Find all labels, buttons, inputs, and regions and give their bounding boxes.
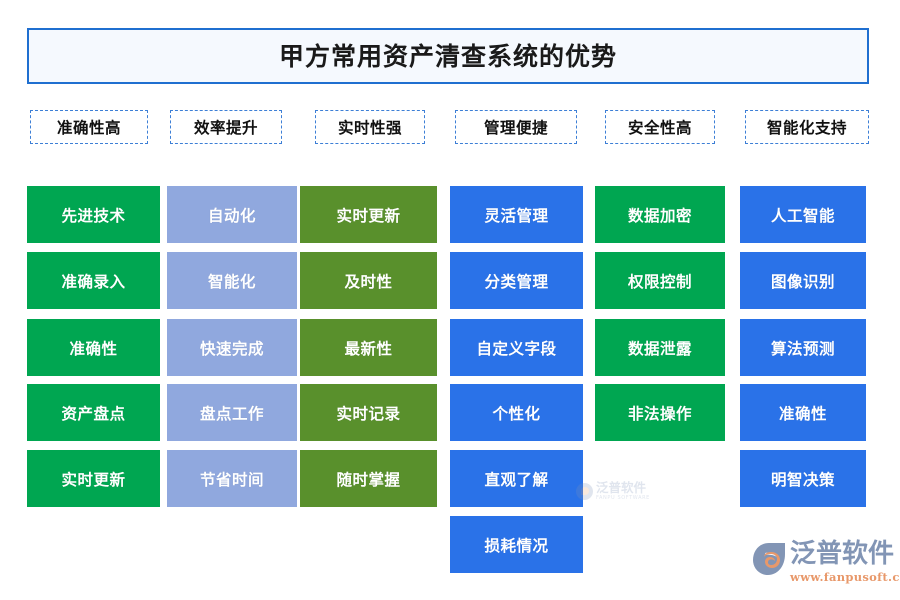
- category-cell[interactable]: 数据泄露: [595, 319, 725, 376]
- category-cell[interactable]: 人工智能: [740, 186, 866, 243]
- category-cell[interactable]: 盘点工作: [167, 384, 297, 441]
- brand-logo-text: 泛普软件 www.fanpusoft.com: [790, 541, 900, 584]
- category-cell[interactable]: 损耗情况: [450, 516, 583, 573]
- category-cell[interactable]: 实时记录: [300, 384, 437, 441]
- category-cell[interactable]: 准确性: [740, 384, 866, 441]
- category-cell[interactable]: 算法预测: [740, 319, 866, 376]
- category-cell[interactable]: 节省时间: [167, 450, 297, 507]
- category-cell[interactable]: 资产盘点: [27, 384, 160, 441]
- brand-logo: 泛普软件 www.fanpusoft.com: [752, 541, 900, 584]
- category-cell[interactable]: 权限控制: [595, 252, 725, 309]
- category-cell[interactable]: 非法操作: [595, 384, 725, 441]
- category-cell[interactable]: 最新性: [300, 319, 437, 376]
- category-cell[interactable]: 准确性: [27, 319, 160, 376]
- category-cell[interactable]: 直观了解: [450, 450, 583, 507]
- category-cell[interactable]: 先进技术: [27, 186, 160, 243]
- category-cell[interactable]: 快速完成: [167, 319, 297, 376]
- category-cell[interactable]: 自动化: [167, 186, 297, 243]
- category-cell[interactable]: 明智决策: [740, 450, 866, 507]
- category-cell[interactable]: 自定义字段: [450, 319, 583, 376]
- category-cell[interactable]: 实时更新: [27, 450, 160, 507]
- fanpu-logo-icon: [752, 542, 786, 576]
- category-cell-grid: 先进技术 准确录入 准确性 资产盘点 实时更新 自动化 智能化 快速完成 盘点工作 节省时间 实时更…: [0, 0, 900, 600]
- diagram-canvas: 甲方常用资产清查系统的优势 准确性高 效率提升 实时性强 管理便捷 安全性高 智能化支持 …: [0, 0, 900, 600]
- category-cell[interactable]: 随时掌握: [300, 450, 437, 507]
- category-cell[interactable]: 及时性: [300, 252, 437, 309]
- category-cell[interactable]: 个性化: [450, 384, 583, 441]
- brand-url: www.fanpusoft.com: [790, 570, 900, 584]
- category-cell[interactable]: 数据加密: [595, 186, 725, 243]
- category-cell[interactable]: 分类管理: [450, 252, 583, 309]
- brand-name: 泛普软件: [790, 539, 895, 569]
- category-cell[interactable]: 智能化: [167, 252, 297, 309]
- category-cell[interactable]: 图像识别: [740, 252, 866, 309]
- category-cell[interactable]: 准确录入: [27, 252, 160, 309]
- category-cell[interactable]: 灵活管理: [450, 186, 583, 243]
- category-cell[interactable]: 实时更新: [300, 186, 437, 243]
